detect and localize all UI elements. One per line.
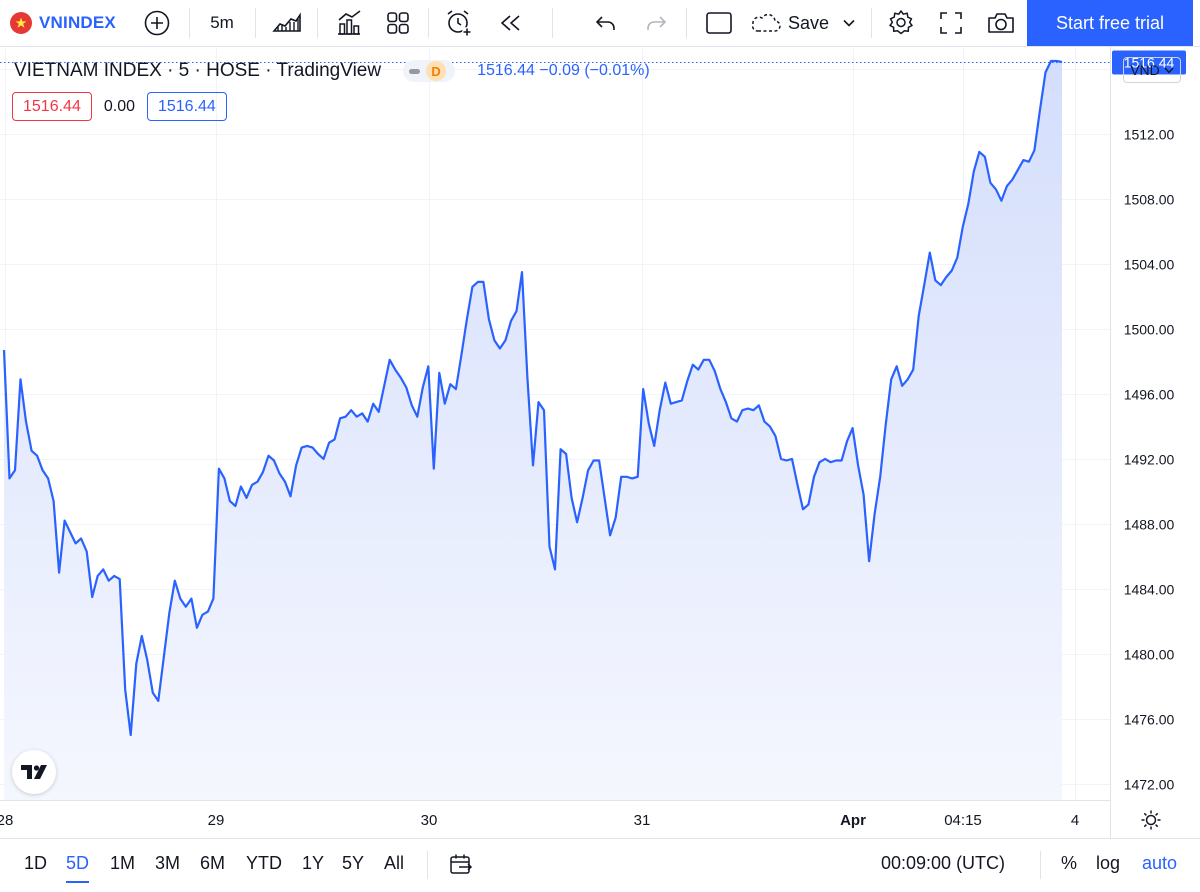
price-tick-label: 1512.00	[1124, 127, 1175, 143]
range-3m-button[interactable]: 3M	[155, 853, 180, 879]
bottom-divider	[427, 851, 428, 879]
price-tick-label: 1508.00	[1124, 192, 1175, 208]
range-1y-button[interactable]: 1Y	[302, 853, 324, 879]
price-tick-label: 1488.00	[1124, 517, 1175, 533]
time-tick-label: 29	[208, 812, 225, 829]
price-axis-labels[interactable]: 1472.00 1476.00 1480.00 1484.00 1488.00 1492.…	[1124, 62, 1175, 793]
range-6m-button[interactable]: 6M	[200, 853, 225, 879]
time-tick-label: 30	[421, 812, 438, 829]
chevron-down-icon	[1164, 67, 1174, 74]
calendar-goto-icon	[450, 854, 473, 874]
log-scale-button[interactable]: log	[1096, 853, 1120, 874]
market-closed-icon	[409, 68, 421, 74]
price-tick-label: 1484.00	[1124, 582, 1175, 598]
time-tick-label: 28	[0, 812, 13, 829]
price-tick-label: 1500.00	[1124, 322, 1175, 338]
go-to-date-button[interactable]	[448, 851, 474, 877]
tradingview-logo[interactable]	[12, 750, 56, 794]
legend-change-percent: (−0.01%)	[584, 62, 650, 79]
range-5d-button[interactable]: 5D	[66, 853, 90, 883]
time-axis-labels[interactable]: 28 29 30 31 Apr 04:15 4	[0, 812, 1079, 829]
tradingview-logo-icon	[21, 765, 47, 779]
range-ytd-button[interactable]: YTD	[246, 853, 282, 879]
price-tick-label: 1492.00	[1124, 452, 1175, 468]
price-tick-label: 1472.00	[1124, 777, 1175, 793]
time-tick-label: 31	[634, 812, 651, 829]
range-5y-button[interactable]: 5Y	[342, 853, 364, 879]
time-tick-label: 4	[1071, 812, 1079, 829]
time-tick-label: 04:15	[944, 812, 982, 829]
bottom-toolbar: 1D 5D 1M 3M 6M YTD 1Y 5Y All 00:09:00 (U…	[0, 838, 1200, 892]
axis-settings-button[interactable]	[1136, 806, 1166, 834]
price-area-fill	[4, 61, 1062, 800]
time-tick-label: Apr	[840, 812, 866, 829]
buy-price-button[interactable]: 1516.44	[146, 92, 227, 121]
legend-price-change: 1516.44 −0.09 (−0.01%)	[477, 62, 650, 80]
range-1m-button[interactable]: 1M	[110, 853, 135, 879]
currency-label: VND	[1130, 62, 1160, 78]
timezone-button[interactable]: 00:09:00 (UTC)	[881, 853, 1005, 874]
price-tick-label: 1496.00	[1124, 387, 1175, 403]
sun-settings-icon	[1141, 810, 1161, 830]
price-tick-label: 1476.00	[1124, 712, 1175, 728]
symbol-title[interactable]: VIETNAM INDEX · 5 · HOSE · TradingView	[14, 60, 381, 82]
spread-value: 0.00	[103, 97, 135, 115]
currency-button[interactable]: VND	[1123, 57, 1181, 83]
bottom-divider	[1040, 851, 1041, 879]
chart-legend: VIETNAM INDEX · 5 · HOSE · TradingView D…	[14, 58, 650, 84]
legend-last-price: 1516.44	[477, 62, 535, 79]
price-tick-label: 1504.00	[1124, 257, 1175, 273]
bid-ask-row: 1516.44 0.00 1516.44	[12, 92, 227, 121]
sell-price-button[interactable]: 1516.44	[12, 92, 92, 121]
legend-change: −0.09	[539, 62, 580, 79]
price-chart[interactable]: 1472.00 1476.00 1480.00 1484.00 1488.00 1492.…	[0, 0, 1200, 838]
price-tick-label: 1480.00	[1124, 647, 1175, 663]
percent-scale-button[interactable]: %	[1061, 853, 1077, 874]
range-all-button[interactable]: All	[384, 853, 404, 879]
market-status-badge[interactable]: D	[403, 60, 456, 82]
data-delay-badge: D	[426, 61, 447, 81]
auto-scale-button[interactable]: auto	[1142, 853, 1177, 874]
range-1d-button[interactable]: 1D	[24, 853, 47, 879]
